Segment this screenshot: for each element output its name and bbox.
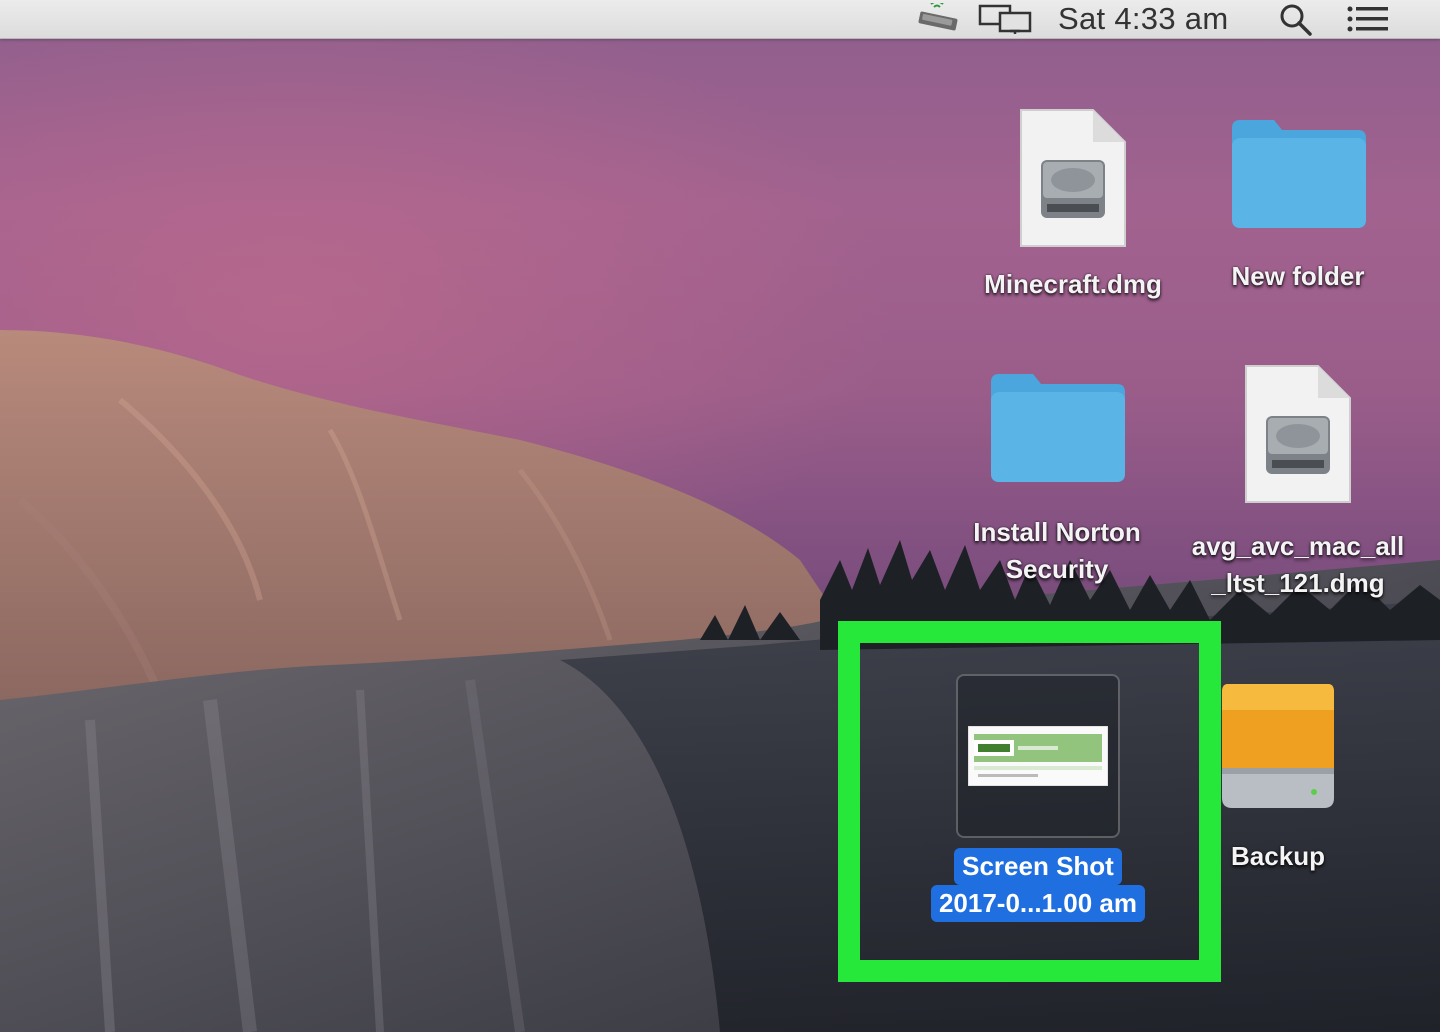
- folder-icon: [991, 374, 1125, 482]
- folder-icon: [1232, 120, 1366, 228]
- menu-bar: Sat 4:33 am: [0, 0, 1440, 39]
- notification-center-icon[interactable]: [1346, 0, 1392, 38]
- external-drive-icon: [1222, 684, 1334, 808]
- display-mirroring-icon[interactable]: [978, 0, 1036, 38]
- desktop-icon-minecraft-dmg[interactable]: Minecraft.dmg: [960, 108, 1186, 303]
- desktop-icon-avg-dmg[interactable]: avg_avc_mac_all _ltst_121.dmg: [1172, 364, 1424, 602]
- desktop-icon-label: Backup: [1231, 841, 1325, 871]
- desktop-icon-backup[interactable]: Backup: [1206, 680, 1350, 875]
- desktop-icon-label-line-2: _ltst_121.dmg: [1211, 568, 1385, 598]
- desktop-icon-label-line-1: Install Norton: [973, 517, 1141, 547]
- desktop-icon-new-folder[interactable]: New folder: [1196, 118, 1400, 295]
- menu-bar-clock[interactable]: Sat 4:33 am: [1058, 0, 1228, 38]
- desktop-icon-label-line-2: Security: [1005, 554, 1109, 584]
- desktop-icon-label: New folder: [1231, 261, 1365, 291]
- desktop-icon-label-line-1: avg_avc_mac_all: [1191, 531, 1405, 561]
- search-icon[interactable]: [1278, 0, 1318, 38]
- usb-drive-icon[interactable]: [916, 0, 962, 38]
- disk-image-icon: [1245, 365, 1351, 503]
- highlight-box: [838, 621, 1221, 982]
- disk-image-icon: [1020, 109, 1126, 247]
- desktop-icon-label: Minecraft.dmg: [984, 269, 1162, 299]
- desktop-icon-install-norton-security[interactable]: Install Norton Security: [950, 372, 1164, 588]
